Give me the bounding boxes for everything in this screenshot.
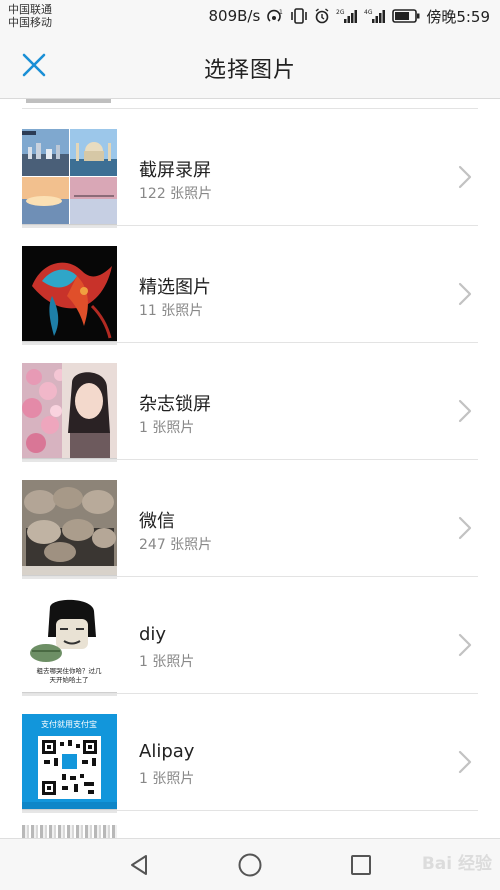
status-bar: 中国联通 中国移动 809B/s 1 2G 4G 傍晚5:59 bbox=[0, 0, 500, 32]
chevron-right-icon bbox=[458, 399, 472, 423]
album-count: 1 张照片 bbox=[139, 654, 195, 670]
album-count: 1 张照片 bbox=[139, 420, 195, 436]
watermark-text: Bai 经验 bbox=[421, 854, 492, 874]
home-button[interactable] bbox=[236, 851, 264, 879]
carrier-info: 中国联通 中国移动 bbox=[8, 3, 52, 29]
alipay-header: 支付就用支付宝 bbox=[41, 719, 97, 729]
magazine-thumb bbox=[22, 363, 117, 458]
recents-button[interactable] bbox=[347, 851, 375, 879]
back-button[interactable] bbox=[125, 851, 153, 879]
carrier-1: 中国联通 bbox=[8, 3, 52, 16]
diy-thumb: 粗去哪哭住你哈？过几 天开始哈土了 bbox=[22, 597, 117, 692]
diy-caption-1: 粗去哪哭住你哈？过几 bbox=[37, 666, 103, 675]
status-icons: 809B/s 1 2G 4G 傍晚5:59 bbox=[209, 6, 490, 26]
signal-4g-icon: 4G bbox=[364, 8, 386, 24]
album-row-diy[interactable]: 粗去哪哭住你哈？过几 天开始哈土了 diy 1 张照片 bbox=[0, 577, 500, 694]
home-circle-icon bbox=[238, 853, 262, 877]
album-count: 122 张照片 bbox=[139, 186, 213, 202]
album-name: 精选图片 bbox=[139, 277, 211, 298]
partial-album-row[interactable] bbox=[0, 99, 500, 109]
hotspot-icon: 1 bbox=[266, 8, 284, 24]
back-triangle-icon bbox=[131, 855, 147, 875]
carrier-2: 中国移动 bbox=[8, 16, 52, 29]
page-title: 选择图片 bbox=[203, 58, 296, 83]
album-count: 247 张照片 bbox=[139, 537, 213, 553]
album-name: Alipay bbox=[139, 741, 195, 762]
album-name: 截屏录屏 bbox=[139, 160, 211, 181]
wechat-thumb bbox=[22, 480, 117, 575]
chevron-right-icon bbox=[458, 516, 472, 540]
album-row-featured[interactable]: 精选图片 11 张照片 bbox=[0, 226, 500, 343]
recents-square-icon bbox=[351, 855, 371, 875]
album-row-alipay[interactable]: 支付就用支付宝 Alipay 1 张照片 bbox=[0, 694, 500, 811]
vibrate-icon bbox=[290, 8, 308, 24]
chevron-right-icon bbox=[458, 165, 472, 189]
album-row-wechat[interactable]: 微信 247 张照片 bbox=[0, 460, 500, 577]
net-2-label: 4G bbox=[364, 9, 373, 16]
screenshot-thumb bbox=[22, 129, 117, 224]
album-count: 1 张照片 bbox=[139, 771, 195, 787]
album-count: 11 张照片 bbox=[139, 303, 204, 319]
system-nav-bar: Bai 经验 bbox=[0, 838, 500, 890]
album-name: 微信 bbox=[139, 511, 175, 532]
chevron-right-icon bbox=[458, 750, 472, 774]
partial-album-thumb[interactable] bbox=[22, 825, 117, 838]
featured-thumb bbox=[22, 246, 117, 341]
chevron-right-icon bbox=[458, 282, 472, 306]
signal-2g-icon: 2G bbox=[336, 8, 358, 24]
album-name: 杂志锁屏 bbox=[139, 394, 211, 415]
app-header: 选择图片 bbox=[0, 32, 500, 99]
album-list[interactable]: 截屏录屏 122 张照片 精选图片 11 张照片 杂志锁屏 1 张照片 微信 2… bbox=[0, 99, 500, 838]
chevron-right-icon bbox=[458, 633, 472, 657]
album-name: diy bbox=[139, 624, 167, 645]
alipay-thumb: 支付就用支付宝 bbox=[22, 714, 117, 809]
net-1-label: 2G bbox=[336, 9, 345, 16]
album-row-screenshots[interactable]: 截屏录屏 122 张照片 bbox=[0, 109, 500, 226]
battery-icon bbox=[392, 9, 420, 23]
diy-caption-2: 天开始哈土了 bbox=[50, 675, 89, 684]
network-speed: 809B/s bbox=[208, 7, 261, 25]
album-row-magazine-lockscreen[interactable]: 杂志锁屏 1 张照片 bbox=[0, 343, 500, 460]
svg-text:1: 1 bbox=[279, 9, 283, 16]
clock: 傍晚5:59 bbox=[426, 7, 490, 26]
alarm-icon bbox=[314, 8, 330, 24]
